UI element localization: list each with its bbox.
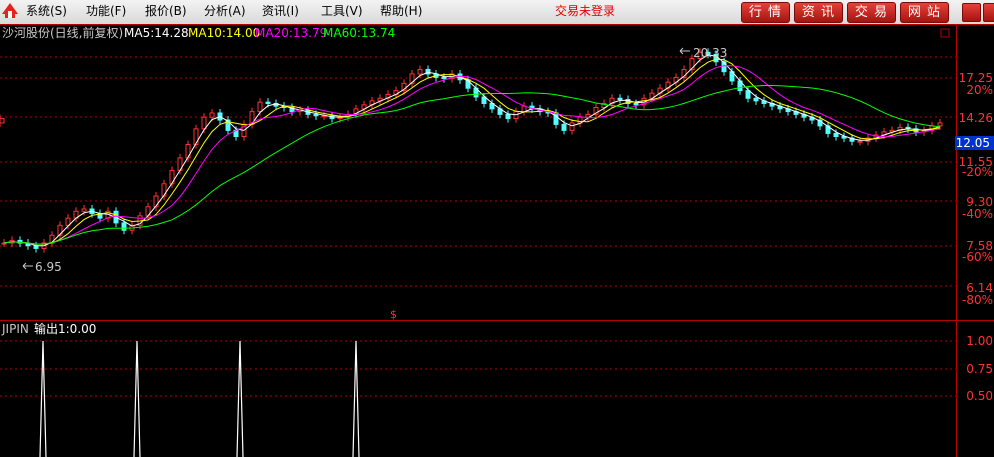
candle-body: [553, 112, 559, 125]
candle-body: [81, 208, 87, 212]
candle-body: [257, 101, 263, 113]
candle-body: [521, 105, 527, 113]
minimize-window-icon[interactable]: [962, 3, 981, 22]
trade-button[interactable]: 交 易: [847, 2, 896, 23]
candle-body: [153, 195, 159, 208]
current-price-label: 12.05: [956, 136, 990, 150]
candle-body: [417, 68, 423, 75]
pct-tick: -40%: [962, 207, 993, 221]
menu-system[interactable]: 系统(S): [26, 4, 67, 19]
candle-body: [569, 122, 575, 131]
ma10-label: MA10:14.00: [188, 26, 260, 40]
menu-tools[interactable]: 工具(V): [321, 4, 363, 19]
low-price-label: 6.95: [35, 260, 62, 274]
indicator-tick: 1.00: [966, 334, 993, 348]
close-window-icon[interactable]: [983, 3, 994, 22]
candle-body: [505, 113, 511, 120]
candle-body: [745, 90, 751, 99]
pct-tick: -80%: [962, 293, 993, 307]
stock-title: 沙河股份(日线,前复权): [2, 25, 123, 40]
menu-function[interactable]: 功能(F): [86, 4, 126, 19]
menu-news[interactable]: 资讯(I): [262, 4, 299, 19]
candle-body: [937, 122, 943, 127]
candle-body: [833, 132, 839, 138]
candle-body: [201, 116, 207, 130]
pct-tick: -20%: [962, 165, 993, 179]
trade-login-status: 交易未登录: [555, 4, 616, 18]
market-button[interactable]: 行 情: [741, 2, 790, 23]
menu-analysis[interactable]: 分析(A): [204, 4, 246, 19]
dollar-marker: $: [390, 308, 397, 321]
candle-body: [313, 113, 319, 117]
candle-body: [161, 183, 167, 197]
high-price-label: 20.33: [693, 46, 727, 60]
candle-body: [0, 118, 5, 124]
menu-bar: 系统(S) 功能(F) 报价(B) 分析(A) 资讯(I) 工具(V) 帮助(H…: [0, 0, 994, 25]
indicator-tick: 0.75: [966, 362, 993, 376]
menu-help[interactable]: 帮助(H): [380, 4, 422, 19]
candle-body: [617, 97, 623, 101]
candle-body: [441, 76, 447, 80]
stock-chart[interactable]: 沙河股份(日线,前复权) MA5:14.28 MA10:14.00 MA20:1…: [0, 24, 994, 457]
news-button[interactable]: 资 讯: [794, 2, 843, 23]
indicator-output: 输出1:0.00: [34, 321, 96, 336]
app-logo-icon[interactable]: [1, 2, 19, 20]
indicator-name: JIPIN: [1, 322, 29, 336]
indicator-tick: 0.50: [966, 389, 993, 403]
candle-body: [265, 101, 271, 104]
ma5-label: MA5:14.28: [124, 26, 189, 40]
ma60-label: MA60:13.74: [323, 26, 395, 40]
ma20-label: MA20:13.79: [255, 26, 327, 40]
candle-body: [857, 140, 863, 143]
candle-body: [185, 143, 191, 159]
pct-tick: 20%: [966, 83, 993, 97]
candle-body: [209, 112, 215, 118]
candle-body: [753, 97, 759, 102]
indicator-axis: 1.00 0.75 0.50: [966, 334, 993, 403]
website-button[interactable]: 网 站: [900, 2, 949, 23]
menu-quote[interactable]: 报价(B): [145, 4, 187, 19]
candle-body: [561, 123, 567, 131]
pct-tick: -60%: [962, 250, 993, 264]
candle-body: [633, 102, 639, 106]
candle-body: [121, 222, 127, 231]
candle-body: [193, 128, 199, 145]
price-tick: 14.26: [959, 111, 993, 125]
